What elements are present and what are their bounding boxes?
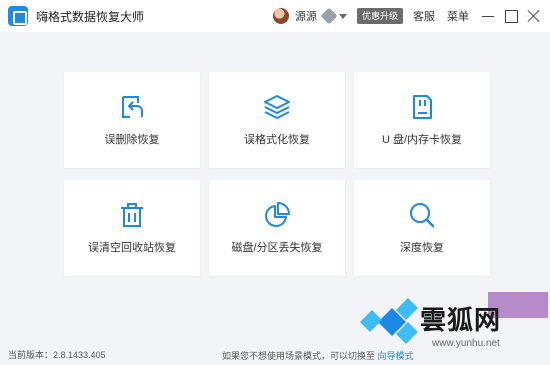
chevron-down-icon[interactable]	[338, 13, 347, 19]
card-partition-recovery[interactable]: 磁盘/分区丢失恢复	[209, 180, 345, 276]
trash-icon	[121, 203, 143, 227]
sd-card-icon	[413, 95, 432, 119]
maximize-icon[interactable]	[504, 9, 518, 23]
card-recycle-bin-recovery[interactable]: 误清空回收站恢复	[64, 180, 200, 276]
app-logo-icon	[8, 6, 28, 26]
card-label: 磁盘/分区丢失恢复	[231, 242, 323, 254]
upgrade-button[interactable]: 优惠升级	[356, 8, 403, 24]
mode-hint-text: 如果您不想使用场景模式，可以切换至	[222, 351, 376, 361]
minimize-icon[interactable]	[481, 9, 495, 23]
avatar[interactable]	[272, 8, 289, 24]
card-format-recovery[interactable]: 误格式化恢复	[209, 72, 345, 168]
card-usb-sd-recovery[interactable]: U 盘/内存卡恢复	[354, 72, 490, 168]
menu-button[interactable]: 菜单	[447, 8, 469, 24]
card-deep-recovery[interactable]: 深度恢复	[354, 180, 490, 276]
card-label: 误删除恢复	[104, 134, 160, 146]
layers-icon	[264, 95, 290, 119]
card-label: 深度恢复	[400, 242, 444, 254]
card-label: 误格式化恢复	[244, 134, 310, 146]
username[interactable]: 源源	[295, 8, 317, 24]
title-bar: 嗨格式数据恢复大师 源源 优惠升级 客服 菜单	[0, 0, 550, 32]
app-title: 嗨格式数据恢复大师	[36, 9, 145, 24]
mode-hint: 如果您不想使用场景模式，可以切换至 向导模式	[222, 349, 414, 362]
card-deleted-recovery[interactable]: 误删除恢复	[64, 72, 200, 168]
footer: 当前版本：2.8.1433.405 如果您不想使用场景模式，可以切换至 向导模式	[0, 344, 550, 365]
watermark-text: 雲狐网	[420, 306, 502, 336]
member-badge-icon	[320, 7, 338, 25]
pie-chart-icon	[265, 202, 290, 227]
service-button[interactable]: 客服	[413, 8, 435, 24]
version-text: 当前版本：2.8.1433.405	[8, 350, 106, 360]
card-label: 误清空回收站恢复	[88, 242, 176, 254]
undo-arrow-icon	[122, 96, 143, 118]
guide-mode-link[interactable]: 向导模式	[378, 351, 414, 361]
close-icon[interactable]	[527, 9, 541, 23]
card-label: U 盘/内存卡恢复	[381, 134, 463, 146]
search-icon	[410, 203, 435, 228]
